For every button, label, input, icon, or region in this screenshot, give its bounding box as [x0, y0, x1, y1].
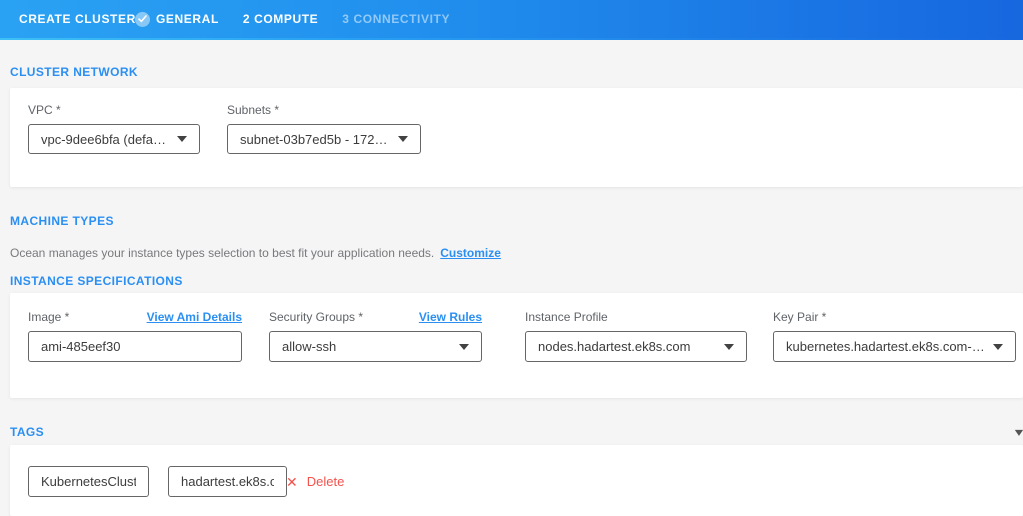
key-pair-selected-value: kubernetes.hadartest.ek8s.com-39:84:a5:9…	[786, 339, 985, 354]
chevron-down-icon	[459, 344, 469, 350]
step-connectivity[interactable]: 3 CONNECTIVITY	[342, 0, 450, 38]
image-label: Image *	[28, 310, 69, 324]
security-groups-selected-value: allow-ssh	[282, 339, 336, 354]
image-field-group: Image * View Ami Details	[28, 310, 242, 362]
subnets-label: Subnets *	[227, 103, 421, 117]
chevron-down-icon	[398, 136, 408, 142]
chevron-down-icon	[177, 136, 187, 142]
security-groups-select[interactable]: allow-ssh	[269, 331, 482, 362]
wizard-title: CREATE CLUSTER	[19, 0, 136, 38]
delete-x-icon: ✕	[286, 475, 298, 489]
machine-types-description-text: Ocean manages your instance types select…	[10, 246, 434, 260]
instance-profile-select[interactable]: nodes.hadartest.ek8s.com	[525, 331, 747, 362]
vpc-field-group: VPC * vpc-9dee6bfa (default)	[28, 103, 200, 154]
wizard-steps: GENERAL 2 COMPUTE 3 CONNECTIVITY	[135, 0, 450, 38]
tags-card	[10, 445, 1023, 516]
create-cluster-wizard: { "header": { "title": "CREATE CLUSTER",…	[0, 0, 1023, 516]
cluster-network-card: VPC * vpc-9dee6bfa (default) Subnets * s…	[10, 88, 1023, 187]
key-pair-field-group: Key Pair * kubernetes.hadartest.ek8s.com…	[773, 310, 1016, 362]
wizard-header-bar: CREATE CLUSTER GENERAL 2 COMPUTE 3 CONNE…	[0, 0, 1023, 40]
instance-specifications-card: Image * View Ami Details Security Groups…	[10, 293, 1023, 398]
chevron-down-icon	[993, 344, 1003, 350]
tag-value-field-group	[168, 466, 287, 497]
image-input[interactable]	[28, 331, 242, 362]
step-general-label: GENERAL	[156, 12, 219, 26]
instance-profile-selected-value: nodes.hadartest.ek8s.com	[538, 339, 690, 354]
subnets-selected-value: subnet-03b7ed5b - 172.31.0.0/20 ...	[240, 132, 390, 147]
collapse-chevron-icon[interactable]: ▾	[1015, 426, 1023, 438]
tag-key-input[interactable]	[28, 466, 149, 497]
step-compute-label: 2 COMPUTE	[243, 12, 318, 26]
vpc-selected-value: vpc-9dee6bfa (default)	[41, 132, 169, 147]
view-rules-link[interactable]: View Rules	[419, 310, 482, 324]
step-general[interactable]: GENERAL	[135, 0, 219, 38]
delete-label: Delete	[307, 474, 345, 489]
tags-section-title: TAGS	[10, 425, 44, 439]
step-compute[interactable]: 2 COMPUTE	[243, 0, 318, 38]
instance-profile-field-group: Instance Profile nodes.hadartest.ek8s.co…	[525, 310, 747, 362]
step-completed-check-icon	[135, 12, 150, 27]
delete-tag-button[interactable]: ✕ Delete	[286, 474, 344, 489]
key-pair-label: Key Pair *	[773, 310, 1016, 324]
tag-key-field-group	[28, 466, 149, 497]
vpc-select[interactable]: vpc-9dee6bfa (default)	[28, 124, 200, 154]
vpc-label: VPC *	[28, 103, 200, 117]
security-groups-label: Security Groups *	[269, 310, 363, 324]
step-connectivity-label: 3 CONNECTIVITY	[342, 12, 450, 26]
instance-profile-label: Instance Profile	[525, 310, 747, 324]
key-pair-select[interactable]: kubernetes.hadartest.ek8s.com-39:84:a5:9…	[773, 331, 1016, 362]
cluster-network-section-title: CLUSTER NETWORK	[10, 65, 138, 79]
machine-types-description: Ocean manages your instance types select…	[10, 246, 501, 260]
subnets-select[interactable]: subnet-03b7ed5b - 172.31.0.0/20 ...	[227, 124, 421, 154]
subnets-field-group: Subnets * subnet-03b7ed5b - 172.31.0.0/2…	[227, 103, 421, 154]
instance-specifications-section-title: INSTANCE SPECIFICATIONS	[10, 274, 183, 288]
view-ami-details-link[interactable]: View Ami Details	[147, 310, 242, 324]
security-groups-field-group: Security Groups * View Rules allow-ssh	[269, 310, 482, 362]
machine-types-section-title: MACHINE TYPES	[10, 214, 114, 228]
chevron-down-icon	[724, 344, 734, 350]
customize-link[interactable]: Customize	[440, 246, 501, 260]
tag-value-input[interactable]	[168, 466, 287, 497]
